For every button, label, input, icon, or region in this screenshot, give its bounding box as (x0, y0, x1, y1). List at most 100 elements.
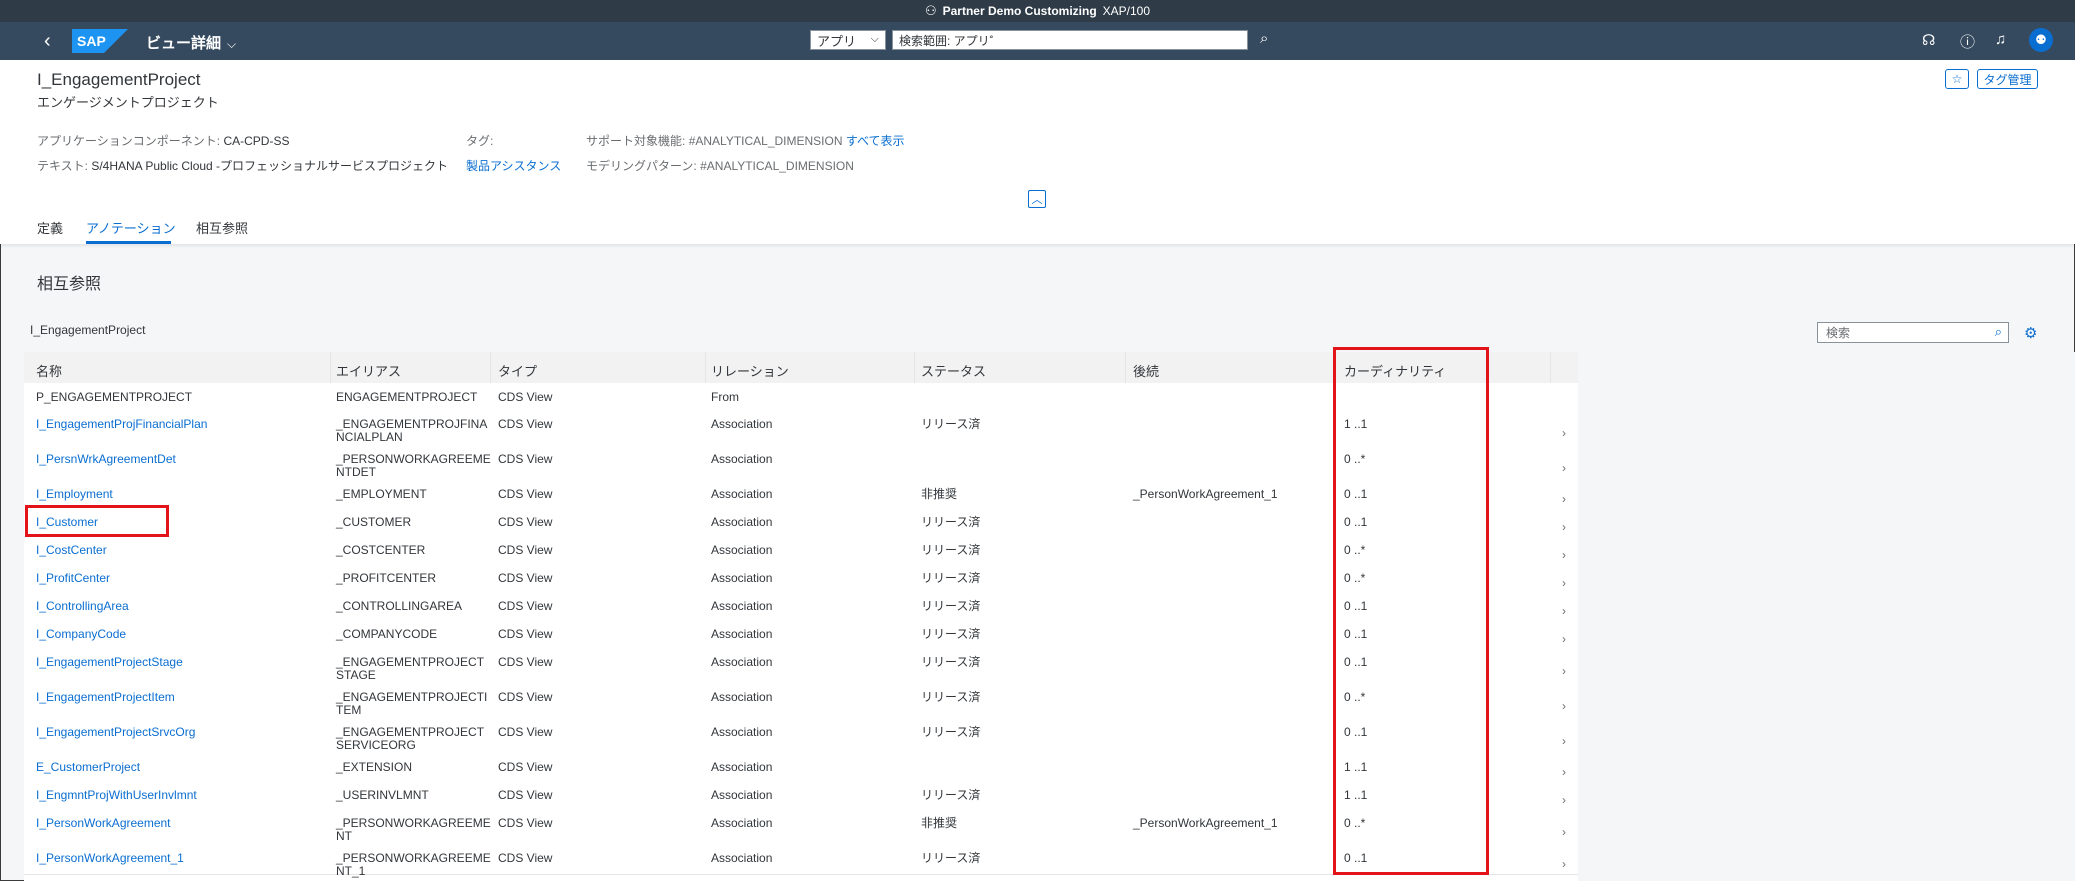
row-successor: _PersonWorkAgreement_1 (1133, 487, 1278, 501)
row-alias: ENGAGEMENTPROJECT (336, 390, 478, 404)
app-title-menu[interactable]: ビュー詳細 ⌵ (146, 32, 236, 53)
row-relation: Association (711, 851, 773, 865)
row-relation: Association (711, 627, 773, 641)
column-divider (914, 352, 915, 383)
column-header-successor[interactable]: 後続 (1133, 361, 1159, 380)
row-alias: _PERSONWORKAGREEMENT_1 (336, 851, 491, 878)
headset-icon[interactable]: ☊ (1922, 31, 1935, 49)
row-relation: Association (711, 655, 773, 669)
chevron-down-icon: ⌵ (227, 37, 237, 51)
search-scope-select[interactable]: アプリ ⌵ (810, 30, 886, 50)
shell-search-input[interactable]: 検索範囲: アプリ˚ (892, 30, 1248, 50)
sap-logo[interactable]: SAP (72, 29, 128, 53)
row-alias: _ENGAGEMENTPROJECTITEM (336, 690, 488, 717)
row-name[interactable]: I_EngmntProjWithUserInvlmnt (36, 789, 197, 802)
column-divider (330, 352, 331, 383)
row-name[interactable]: I_Employment (36, 488, 113, 501)
row-navigate-chevron-icon[interactable]: › (1562, 664, 1566, 678)
column-header-alias[interactable]: エイリアス (336, 361, 401, 380)
row-name[interactable]: I_PersonWorkAgreement (36, 817, 171, 830)
row-navigate-chevron-icon[interactable]: › (1562, 825, 1566, 839)
row-navigate-chevron-icon[interactable]: › (1562, 734, 1566, 748)
tab-definition[interactable]: 定義 (37, 218, 63, 237)
row-alias: _PERSONWORKAGREEMENTDET (336, 452, 491, 479)
row-relation: Association (711, 487, 773, 501)
row-name[interactable]: I_ControllingArea (36, 600, 129, 613)
row-status: リリース済 (921, 571, 981, 585)
favorite-star-button[interactable]: ☆ (1945, 69, 1969, 89)
row-navigate-chevron-icon[interactable]: › (1562, 461, 1566, 475)
row-name[interactable]: I_EngagementProjectStage (36, 656, 183, 669)
column-header-type[interactable]: タイプ (498, 361, 537, 380)
column-divider (705, 352, 706, 383)
modeling-pattern-attr: モデリングパターン: #ANALYTICAL_DIMENSION (586, 157, 854, 174)
column-header-status[interactable]: ステータス (921, 361, 986, 380)
object-header: I_EngagementProject エンゲージメントプロジェクト ☆ タグ管… (0, 60, 2075, 244)
row-alias: _CUSTOMER (336, 515, 412, 529)
row-type: CDS View (498, 627, 553, 641)
row-navigate-chevron-icon[interactable]: › (1562, 857, 1566, 871)
row-name[interactable]: I_EngagementProjFinancialPlan (36, 418, 207, 431)
chevron-up-icon: ︿ (1031, 194, 1043, 206)
collapse-header-button[interactable]: ︿ (1028, 190, 1046, 208)
row-status: 非推奨 (921, 487, 958, 501)
row-name[interactable]: I_CostCenter (36, 544, 107, 557)
row-alias: _COMPANYCODE (336, 627, 438, 641)
row-name[interactable]: I_PersnWrkAgreementDet (36, 453, 176, 466)
column-header-relation[interactable]: リレーション (711, 361, 789, 380)
row-navigate-chevron-icon[interactable]: › (1562, 548, 1566, 562)
row-navigate-chevron-icon[interactable]: › (1562, 426, 1566, 440)
help-icon[interactable]: ⓘ (1960, 31, 1975, 52)
tab-annotation[interactable]: アノテーション (86, 218, 176, 237)
cardinality-highlight-box (1333, 347, 1489, 875)
modeling-value: #ANALYTICAL_DIMENSION (700, 159, 854, 173)
column-divider (490, 352, 491, 383)
tag-manage-button[interactable]: タグ管理 (1977, 69, 2038, 89)
app-component-label: アプリケーションコンポーネント: (37, 134, 221, 148)
row-alias: _PROFITCENTER (336, 571, 437, 585)
tab-cross-reference[interactable]: 相互参照 (196, 218, 248, 237)
column-header-name[interactable]: 名称 (36, 361, 62, 380)
row-name[interactable]: I_PersonWorkAgreement_1 (36, 852, 184, 865)
column-divider (1125, 352, 1126, 383)
row-name[interactable]: I_EngagementProjectItem (36, 691, 175, 704)
search-icon[interactable]: ⌕ (1995, 324, 2002, 340)
row-type: CDS View (498, 816, 553, 830)
row-status: リリース済 (921, 515, 981, 529)
product-assistance-link[interactable]: 製品アシスタンス (466, 157, 561, 174)
row-name[interactable]: I_EngagementProjectSrvcOrg (36, 726, 195, 739)
row-alias: _EMPLOYMENT (336, 487, 427, 501)
row-relation: Association (711, 452, 773, 466)
row-navigate-chevron-icon[interactable]: › (1562, 520, 1566, 534)
row-name[interactable]: I_CompanyCode (36, 628, 126, 641)
text-attr: テキスト: S/4HANA Public Cloud -プロフェッショナルサービ… (37, 157, 448, 174)
row-status: リリース済 (921, 655, 981, 669)
row-type: CDS View (498, 725, 553, 739)
text-value: S/4HANA Public Cloud -プロフェッショナルサービスプロジェク… (91, 159, 449, 173)
row-status: リリース済 (921, 599, 981, 613)
row-navigate-chevron-icon[interactable]: › (1562, 793, 1566, 807)
row-name[interactable]: I_ProfitCenter (36, 572, 110, 585)
back-icon[interactable]: ‹ (44, 30, 51, 53)
row-status: リリース済 (921, 627, 981, 641)
row-relation: Association (711, 690, 773, 704)
row-relation: Association (711, 725, 773, 739)
table-search-input[interactable]: 検索 ⌕ (1817, 322, 2009, 343)
search-icon[interactable]: ⌕ (1260, 30, 1268, 47)
row-status: リリース済 (921, 725, 981, 739)
row-status: 非推奨 (921, 816, 958, 830)
row-navigate-chevron-icon[interactable]: › (1562, 576, 1566, 590)
row-navigate-chevron-icon[interactable]: › (1562, 632, 1566, 646)
row-status: リリース済 (921, 851, 981, 865)
row-relation: Association (711, 760, 773, 774)
show-all-link[interactable]: すべて表示 (846, 134, 905, 148)
row-name[interactable]: E_CustomerProject (36, 761, 140, 774)
row-navigate-chevron-icon[interactable]: › (1562, 699, 1566, 713)
gear-icon[interactable]: ⚙ (2024, 324, 2037, 342)
user-avatar-icon[interactable]: ⚉ (2029, 28, 2053, 52)
row-navigate-chevron-icon[interactable]: › (1562, 492, 1566, 506)
row-status: リリース済 (921, 543, 981, 557)
row-navigate-chevron-icon[interactable]: › (1562, 604, 1566, 618)
notification-icon[interactable]: ♫ (1995, 31, 2006, 48)
row-navigate-chevron-icon[interactable]: › (1562, 765, 1566, 779)
